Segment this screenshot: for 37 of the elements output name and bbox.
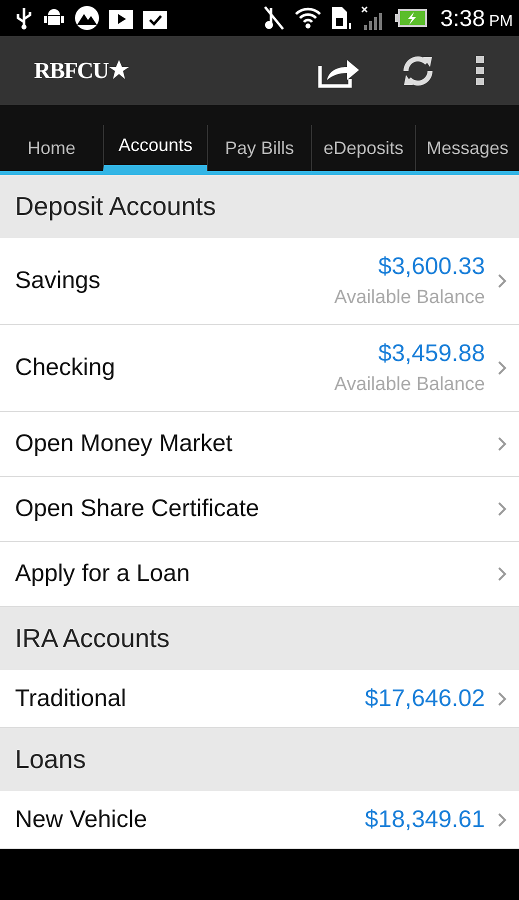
chevron-right-icon	[497, 812, 507, 828]
app-logo: RBFCU	[34, 58, 108, 84]
account-name: Savings	[15, 267, 100, 295]
account-balance: $3,600.33	[378, 253, 485, 281]
wifi-icon	[294, 6, 322, 30]
account-balance: $3,459.88	[378, 340, 485, 368]
tab[interactable]: Home	[0, 125, 103, 171]
section-header: Deposit Accounts	[0, 175, 519, 238]
account-name: New Vehicle	[15, 806, 148, 834]
account-name: Checking	[15, 354, 116, 382]
chevron-right-icon	[497, 273, 507, 289]
muted-music-icon	[262, 5, 286, 31]
account-name: Open Money Market	[15, 430, 232, 458]
balance-label: Available Balance	[334, 287, 485, 309]
chevron-right-icon	[497, 566, 507, 582]
section-header: Loans	[0, 728, 519, 791]
account-balance: $17,646.02	[364, 684, 485, 712]
clock-time: 3:38	[440, 4, 485, 32]
chevron-right-icon	[497, 501, 507, 517]
account-balance: $18,349.61	[364, 806, 485, 834]
usb-icon	[14, 6, 34, 30]
chevron-right-icon	[497, 436, 507, 452]
tab[interactable]: Messages	[415, 125, 519, 171]
account-name: Traditional	[15, 684, 126, 712]
overflow-menu-icon[interactable]	[475, 54, 485, 86]
balance-label: Available Balance	[334, 374, 485, 396]
tab[interactable]: eDeposits	[311, 125, 415, 171]
chevron-right-icon	[497, 360, 507, 376]
chevron-right-icon	[497, 690, 507, 706]
account-name: Open Share Certificate	[15, 495, 260, 523]
battery-charging-icon	[394, 7, 428, 29]
tab[interactable]: Pay Bills	[207, 125, 311, 171]
mountain-icon	[74, 5, 100, 31]
account-name: Apply for a Loan	[15, 560, 190, 588]
clock-meridiem: PM	[489, 12, 513, 30]
section-header: IRA Accounts	[0, 607, 519, 670]
sim-card-icon	[330, 5, 352, 31]
